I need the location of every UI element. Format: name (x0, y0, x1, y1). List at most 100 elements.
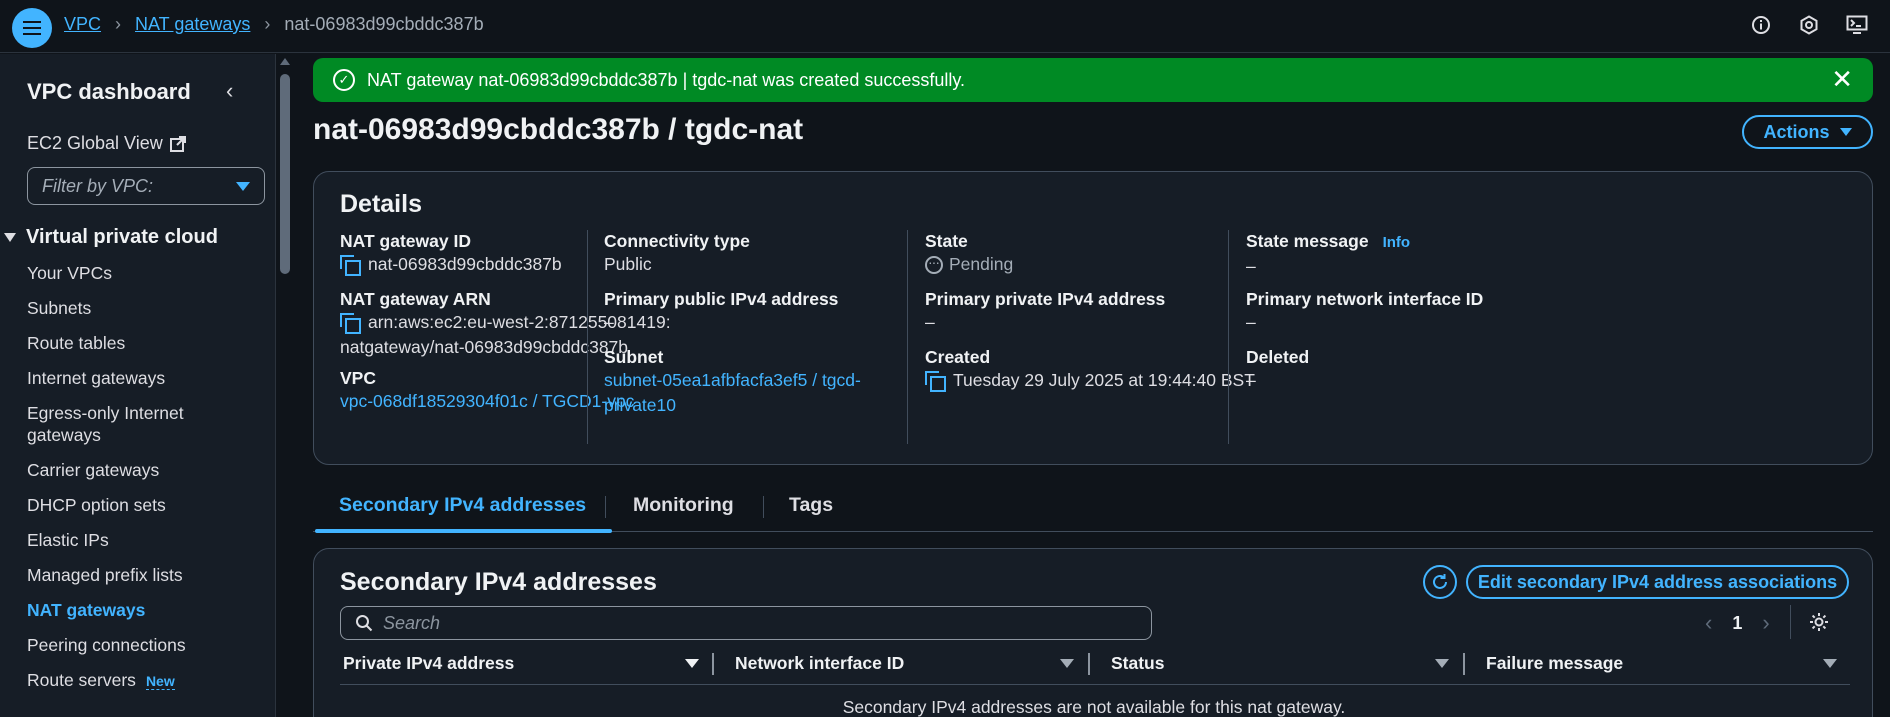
sort-caret-down-icon[interactable] (1823, 659, 1837, 668)
page-title: nat-06983d99cbddc387b / tgdc-nat (313, 113, 804, 146)
tab-tags[interactable]: Tags (789, 490, 833, 532)
page-number[interactable]: 1 (1732, 613, 1742, 634)
vpc-label: VPC (340, 368, 376, 388)
sidebar-item-route-servers[interactable]: Route servers New (27, 669, 257, 692)
sidebar-section-label: Virtual private cloud (26, 226, 218, 248)
sidebar-item-label: Route servers (27, 670, 136, 690)
refresh-button[interactable] (1423, 565, 1457, 599)
column-header-status[interactable]: Status (1111, 653, 1164, 674)
menu-toggle-button[interactable] (12, 8, 52, 48)
breadcrumb-nat-gateways-link[interactable]: NAT gateways (135, 14, 250, 35)
chevron-right-icon: › (115, 14, 122, 34)
table-header: Private IPv4 address Network interface I… (340, 649, 1850, 685)
sidebar-item-peering-connections[interactable]: Peering connections (27, 634, 257, 656)
flash-message: NAT gateway nat-06983d99cbddc387b | tgdc… (367, 69, 966, 90)
sidebar-item-dhcp-option-sets[interactable]: DHCP option sets (27, 494, 257, 516)
tab-secondary-ipv4-addresses[interactable]: Secondary IPv4 addresses (314, 490, 613, 533)
column-header-failure-message[interactable]: Failure message (1486, 653, 1623, 674)
scrollbar-thumb[interactable] (280, 74, 290, 274)
primary-eni-label: Primary network interface ID (1246, 289, 1484, 309)
check-circle-icon: ✓ (333, 69, 355, 91)
external-link-icon (169, 135, 186, 152)
sidebar: VPC dashboard ‹ EC2 Global View Filter b… (0, 54, 276, 717)
sidebar-item-label: EC2 Global View (27, 133, 163, 153)
tab-monitoring[interactable]: Monitoring (633, 490, 734, 532)
subnet-link-line2[interactable]: private10 (604, 393, 861, 418)
primary-eni-value: – (1246, 312, 1256, 332)
sort-caret-down-icon[interactable] (1060, 659, 1074, 668)
search-placeholder: Search (383, 612, 441, 633)
chevron-right-icon: › (264, 14, 271, 34)
tab-bar: Secondary IPv4 addresses Monitoring Tags (313, 490, 1873, 533)
success-flash-banner: ✓ NAT gateway nat-06983d99cbddc387b | tg… (313, 58, 1873, 102)
breadcrumb: VPC › NAT gateways › nat-06983d99cbddc38… (64, 14, 484, 35)
sidebar-item-internet-gateways[interactable]: Internet gateways (27, 367, 257, 389)
tab-divider (763, 496, 764, 518)
sidebar-item-your-vpcs[interactable]: Your VPCs (27, 262, 257, 284)
primary-public-ipv4-label: Primary public IPv4 address (604, 289, 839, 309)
sidebar-section-virtual-private-cloud[interactable]: Virtual private cloud (4, 226, 218, 249)
primary-public-ipv4-value: – (604, 312, 614, 332)
column-resizer[interactable] (1088, 653, 1090, 675)
chevron-left-icon[interactable]: ‹ (1705, 610, 1712, 636)
breadcrumb-current: nat-06983d99cbddc387b (284, 14, 484, 34)
copy-icon[interactable] (340, 313, 361, 335)
info-link[interactable]: Info (1383, 234, 1411, 251)
filter-by-vpc-placeholder: Filter by VPC: (42, 175, 154, 196)
sidebar-item-nat-gateways[interactable]: NAT gateways (27, 599, 257, 621)
column-divider (587, 230, 588, 444)
filter-by-vpc-select[interactable]: Filter by VPC: (27, 167, 265, 205)
sidebar-item-ec2-global-view[interactable]: EC2 Global View (27, 133, 187, 154)
edit-secondary-ipv4-associations-button[interactable]: Edit secondary IPv4 address associations (1466, 565, 1849, 599)
sidebar-collapse-icon[interactable]: ‹ (226, 78, 233, 104)
sidebar-item-egress-only-internet-gateways[interactable]: Egress-only Internet gateways (27, 402, 257, 446)
sidebar-item-managed-prefix-lists[interactable]: Managed prefix lists (27, 564, 257, 586)
settings-hex-icon[interactable] (1798, 14, 1820, 36)
subnet-link-line1[interactable]: subnet-05ea1afbfacfa3ef5 / tgcd- (604, 368, 861, 393)
chevron-right-icon[interactable]: › (1762, 610, 1769, 636)
column-divider (1228, 230, 1229, 444)
top-navigation-bar: VPC › NAT gateways › nat-06983d99cbddc38… (0, 0, 1890, 53)
column-header-private-ipv4[interactable]: Private IPv4 address (343, 653, 514, 674)
pagination: ‹ 1 › (1705, 610, 1770, 636)
details-heading: Details (340, 190, 422, 218)
connectivity-type-value: Public (604, 254, 652, 274)
info-icon[interactable] (1750, 14, 1772, 36)
secondary-ipv4-panel: Secondary IPv4 addresses Edit secondary … (313, 548, 1873, 717)
actions-button[interactable]: Actions (1742, 115, 1873, 149)
caret-down-icon (4, 233, 16, 242)
nat-gateway-id-value: nat-06983d99cbddc387b (368, 254, 562, 274)
deleted-value: – (1246, 370, 1256, 390)
sidebar-item-subnets[interactable]: Subnets (27, 297, 257, 319)
close-icon[interactable]: ✕ (1831, 66, 1853, 92)
empty-table-message: Secondary IPv4 addresses are not availab… (842, 697, 1346, 717)
details-panel: Details NAT gateway ID nat-06983d99cbddc… (313, 171, 1873, 465)
breadcrumb-vpc-link[interactable]: VPC (64, 14, 101, 35)
preferences-button[interactable] (1808, 611, 1830, 638)
sidebar-item-route-tables[interactable]: Route tables (27, 332, 257, 354)
column-header-network-interface-id[interactable]: Network interface ID (735, 653, 904, 674)
gear-icon (1810, 613, 1828, 631)
sidebar-scrollbar[interactable] (277, 54, 293, 717)
secondary-ipv4-heading: Secondary IPv4 addresses (340, 568, 657, 596)
column-resizer[interactable] (712, 653, 714, 675)
caret-down-icon (236, 182, 250, 191)
new-badge: New (145, 673, 175, 690)
sidebar-title[interactable]: VPC dashboard (27, 79, 191, 105)
created-label: Created (925, 347, 991, 367)
created-value: Tuesday 29 July 2025 at 19:44:40 BST (953, 370, 1255, 390)
scroll-up-arrow-icon[interactable] (280, 58, 290, 65)
sort-caret-down-icon[interactable] (685, 659, 699, 668)
cloudshell-icon[interactable] (1846, 14, 1868, 36)
state-message-label: State message (1246, 231, 1369, 251)
search-icon (356, 615, 373, 632)
copy-icon[interactable] (925, 371, 946, 393)
copy-icon[interactable] (340, 255, 361, 277)
sidebar-item-carrier-gateways[interactable]: Carrier gateways (27, 459, 257, 481)
vpc-link[interactable]: vpc-068df18529304f01c / TGCD1-vpc (340, 389, 634, 414)
search-input[interactable]: Search (340, 606, 1152, 640)
sort-caret-down-icon[interactable] (1435, 659, 1449, 668)
column-resizer[interactable] (1463, 653, 1465, 675)
column-divider (907, 230, 908, 444)
sidebar-item-elastic-ips[interactable]: Elastic IPs (27, 529, 257, 551)
